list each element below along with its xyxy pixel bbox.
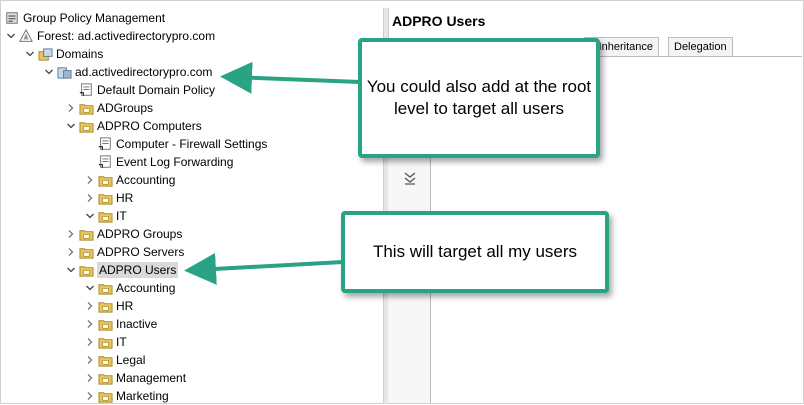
- callout-root-level: You could also add at the root level to …: [358, 38, 600, 158]
- tree-item[interactable]: HR: [83, 189, 133, 207]
- tree-item[interactable]: ADGroups: [64, 99, 153, 117]
- ou-folder-icon: [97, 298, 113, 314]
- tree-item[interactable]: Legal: [83, 351, 145, 369]
- tree-item[interactable]: Domains: [23, 45, 103, 63]
- expand-chevron-icon[interactable]: [4, 27, 18, 45]
- tree-item-label: ADGroups: [97, 101, 154, 115]
- collapse-chevron-icon[interactable]: [83, 171, 97, 189]
- tree-item[interactable]: IT: [83, 333, 127, 351]
- tree-item-label: ad.activedirectorypro.com: [75, 65, 213, 79]
- ou-folder-icon: [97, 172, 113, 188]
- tree-item[interactable]: ADPRO Computers: [64, 117, 202, 135]
- tree-item[interactable]: Computer - Firewall Settings: [83, 135, 267, 153]
- tree-item[interactable]: Inactive: [83, 315, 157, 333]
- tree-item[interactable]: ADPRO Users: [64, 261, 179, 279]
- ou-folder-icon: [97, 334, 113, 350]
- details-title: ADPRO Users: [392, 13, 486, 29]
- tree-item[interactable]: ADPRO Servers: [64, 243, 184, 261]
- ou-folder-icon: [97, 208, 113, 224]
- ou-folder-icon: [78, 244, 94, 260]
- tree-item-label: Default Domain Policy: [97, 83, 216, 97]
- tree-item-label: ADPRO Servers: [97, 245, 185, 259]
- tree-item-label: Event Log Forwarding: [116, 155, 234, 169]
- tree-item[interactable]: ad.activedirectorypro.com: [42, 63, 212, 81]
- callout-target-users: This will target all my users: [341, 211, 609, 293]
- ou-folder-icon: [97, 370, 113, 386]
- ou-folder-icon: [97, 280, 113, 296]
- collapse-chevron-icon[interactable]: [83, 333, 97, 351]
- tree-item-label: Forest: ad.activedirectorypro.com: [37, 29, 216, 43]
- tree-item-label: Marketing: [116, 389, 169, 403]
- tree-item-label: HR: [116, 191, 134, 205]
- ou-folder-icon: [78, 262, 94, 278]
- expand-chevron-icon[interactable]: [64, 261, 78, 279]
- gpo-link-icon: [97, 154, 113, 170]
- move-to-bottom-icon[interactable]: [402, 170, 418, 186]
- collapse-chevron-icon[interactable]: [83, 315, 97, 333]
- tree-item[interactable]: Accounting: [83, 279, 175, 297]
- tree-item-label: Inactive: [116, 317, 158, 331]
- tree-item-label: IT: [116, 335, 127, 349]
- tree-item-label: Computer - Firewall Settings: [116, 137, 268, 151]
- tree-item-label: Group Policy Management: [23, 11, 166, 25]
- tree-item-label: ADPRO Computers: [97, 119, 202, 133]
- tree-item[interactable]: IT: [83, 207, 127, 225]
- gpo-link-icon: [78, 82, 94, 98]
- collapse-chevron-icon[interactable]: [83, 387, 97, 405]
- tree-item[interactable]: Marketing: [83, 387, 169, 405]
- collapse-chevron-icon[interactable]: [83, 351, 97, 369]
- domain-icon: [56, 64, 72, 80]
- tree-item[interactable]: Accounting: [83, 171, 175, 189]
- collapse-chevron-icon[interactable]: [64, 225, 78, 243]
- tree-item-label: Accounting: [116, 173, 176, 187]
- domains-icon: [37, 46, 53, 62]
- ou-folder-icon: [78, 100, 94, 116]
- gpm-tree: Group Policy Management Forest: ad.active…: [1, 9, 383, 403]
- tree-item-label: IT: [116, 209, 127, 223]
- ou-folder-icon: [97, 190, 113, 206]
- tab-delegation[interactable]: Delegation: [668, 37, 733, 56]
- tree-item-label: HR: [116, 299, 134, 313]
- ou-folder-icon: [97, 352, 113, 368]
- collapse-chevron-icon[interactable]: [83, 369, 97, 387]
- ou-folder-icon: [78, 118, 94, 134]
- expand-chevron-icon[interactable]: [83, 207, 97, 225]
- tree-item[interactable]: HR: [83, 297, 133, 315]
- tree-item[interactable]: Group Policy Management: [4, 9, 165, 27]
- ou-folder-icon: [78, 226, 94, 242]
- collapse-chevron-icon[interactable]: [83, 297, 97, 315]
- collapse-chevron-icon[interactable]: [83, 189, 97, 207]
- callout-target-users-text: This will target all my users: [372, 242, 578, 261]
- expand-chevron-icon[interactable]: [42, 63, 56, 81]
- expand-chevron-icon[interactable]: [23, 45, 37, 63]
- tree-item-label: Management: [116, 371, 187, 385]
- ou-folder-icon: [97, 316, 113, 332]
- tree-item[interactable]: ADPRO Groups: [64, 225, 182, 243]
- forest-icon: [18, 28, 34, 44]
- ou-folder-icon: [97, 388, 113, 404]
- tree-item[interactable]: Event Log Forwarding: [83, 153, 233, 171]
- expand-chevron-icon[interactable]: [83, 279, 97, 297]
- tree-item-label: ADPRO Groups: [97, 227, 183, 241]
- tree-item[interactable]: Default Domain Policy: [64, 81, 215, 99]
- expand-chevron-icon[interactable]: [64, 117, 78, 135]
- collapse-chevron-icon[interactable]: [64, 99, 78, 117]
- tree-item-label: Legal: [116, 353, 146, 367]
- tree-item-label: ADPRO Users: [97, 262, 179, 278]
- collapse-chevron-icon[interactable]: [64, 243, 78, 261]
- tree-item-label: Accounting: [116, 281, 176, 295]
- gpm-icon: [4, 10, 20, 26]
- gpo-link-icon: [97, 136, 113, 152]
- tree-item[interactable]: Management: [83, 369, 186, 387]
- callout-root-level-text: You could also add at the root level to …: [366, 77, 592, 118]
- tree-item[interactable]: Forest: ad.activedirectorypro.com: [4, 27, 215, 45]
- tree-item-label: Domains: [56, 47, 104, 61]
